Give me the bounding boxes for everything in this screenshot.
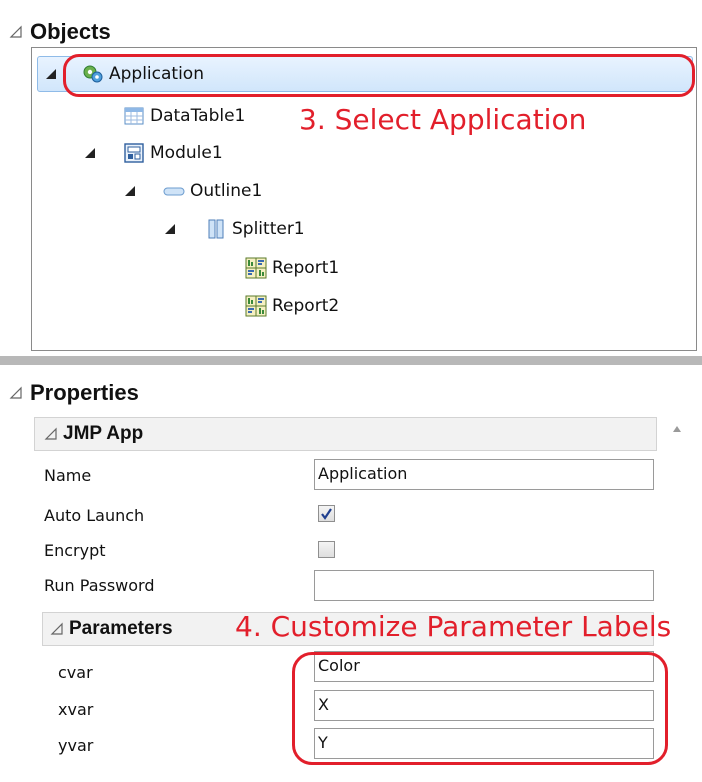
module-icon: [123, 142, 145, 164]
tree-item-splitter1[interactable]: Splitter1: [205, 213, 305, 245]
expand-triangle-icon[interactable]: [163, 222, 177, 236]
expand-triangle-icon[interactable]: [123, 184, 137, 198]
parameters-title: Parameters: [69, 618, 173, 639]
auto-launch-checkbox[interactable]: [318, 505, 335, 522]
report-icon: [245, 257, 267, 279]
annotation-step4: 4. Customize Parameter Labels: [235, 610, 672, 643]
outline-icon: [163, 180, 185, 202]
annotation-oval-parameters: [292, 652, 668, 765]
run-password-label: Run Password: [44, 576, 155, 595]
collapse-triangle-icon[interactable]: [8, 24, 24, 40]
properties-title: Properties: [30, 380, 139, 405]
report-icon: [245, 295, 267, 317]
properties-section-header[interactable]: Properties: [0, 373, 139, 413]
tree-item-datatable1[interactable]: DataTable1: [123, 100, 245, 132]
encrypt-checkbox[interactable]: [318, 541, 335, 558]
annotation-step3: 3. Select Application: [299, 103, 587, 136]
objects-title: Objects: [30, 19, 111, 44]
expand-triangle-icon[interactable]: [44, 67, 58, 81]
tree-item-report2[interactable]: Report2: [245, 290, 339, 322]
param-label-yvar: yvar: [58, 736, 94, 755]
checkmark-icon: [321, 508, 332, 520]
name-label: Name: [44, 466, 92, 485]
tree-item-label: Splitter1: [232, 219, 305, 239]
tree-item-label: Outline1: [190, 181, 263, 201]
param-label-xvar: xvar: [58, 700, 94, 719]
scroll-up-arrow-icon[interactable]: [670, 422, 684, 436]
tree-item-outline1[interactable]: Outline1: [163, 175, 262, 207]
datatable-icon: [123, 105, 145, 127]
jmp-app-title: JMP App: [63, 423, 144, 444]
collapse-triangle-icon[interactable]: [8, 385, 24, 401]
expand-triangle-icon[interactable]: [83, 146, 97, 160]
tree-item-label: DataTable1: [150, 106, 246, 126]
collapse-triangle-icon[interactable]: [49, 621, 65, 637]
auto-launch-label: Auto Launch: [44, 506, 145, 525]
tree-item-label: Report2: [272, 296, 340, 316]
encrypt-label: Encrypt: [44, 541, 106, 560]
splitter-icon: [205, 218, 227, 240]
tree-item-report1[interactable]: Report1: [245, 252, 339, 284]
objects-section-header[interactable]: Objects: [0, 12, 111, 52]
tree-item-module1[interactable]: Module1: [123, 137, 223, 169]
tree-item-label: Report1: [272, 258, 340, 278]
run-password-field[interactable]: [314, 570, 654, 601]
tree-item-label: Module1: [150, 143, 223, 163]
name-field[interactable]: Application: [314, 459, 654, 490]
panel-splitter[interactable]: [0, 356, 702, 365]
param-label-cvar: cvar: [58, 663, 93, 682]
collapse-triangle-icon[interactable]: [43, 426, 59, 442]
annotation-oval-application: [63, 54, 695, 97]
jmp-app-header[interactable]: JMP App: [34, 417, 657, 451]
